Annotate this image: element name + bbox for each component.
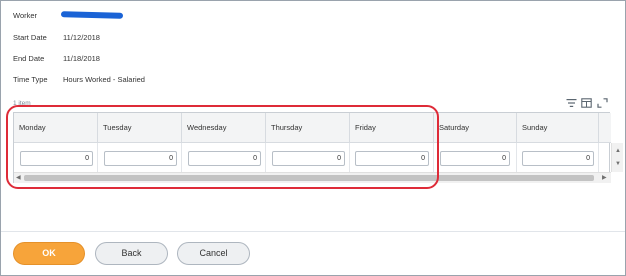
start-date-value: 11/12/2018 [63,33,100,42]
time-type-label: Time Type [13,75,48,84]
saturday-hours-input[interactable]: 0 [440,151,510,166]
item-count: 1 item [13,100,31,107]
footer-divider [1,231,625,232]
wednesday-hours-input[interactable]: 0 [188,151,261,166]
vertical-scrollbar[interactable]: ▲ ▼ [611,143,623,172]
column-header-wednesday: Wednesday [182,113,266,143]
column-header-thursday: Thursday [266,113,350,143]
table-cell: 0 [434,143,517,172]
column-header-saturday: Saturday [434,113,517,143]
column-header-monday: Monday [14,113,98,143]
scrollbar-thumb[interactable] [24,175,594,181]
column-header-sunday: Sunday [517,113,599,143]
dialog-frame: Worker Start Date 11/12/2018 End Date 11… [0,0,626,276]
end-date-value: 11/18/2018 [63,54,100,63]
table-cell: 0 [182,143,266,172]
table-cell: 0 [350,143,434,172]
grid-header: Monday Tuesday Wednesday Thursday Friday… [14,113,611,143]
table-cell: 0 [517,143,599,172]
sunday-hours-input[interactable]: 0 [522,151,594,166]
start-date-label: Start Date [13,33,47,42]
time-type-value: Hours Worked - Salaried [63,75,145,84]
expand-icon[interactable] [597,98,608,108]
scroll-down-icon[interactable]: ▼ [615,161,621,167]
worker-redacted-value [60,11,124,19]
cancel-button[interactable]: Cancel [177,242,250,265]
friday-hours-input[interactable]: 0 [355,151,429,166]
filter-icon[interactable] [566,98,577,108]
column-chooser-icon[interactable] [581,98,592,108]
monday-hours-input[interactable]: 0 [20,151,93,166]
scroll-left-icon[interactable]: ◀ [16,175,21,181]
tuesday-hours-input[interactable]: 0 [104,151,177,166]
thursday-hours-input[interactable]: 0 [272,151,345,166]
scroll-up-icon[interactable]: ▲ [615,148,621,154]
worker-label: Worker [13,11,38,20]
table-cell: 0 [98,143,182,172]
column-header-friday: Friday [350,113,434,143]
table-cell: 0 [14,143,98,172]
ok-button[interactable]: OK [13,242,85,265]
back-button[interactable]: Back [95,242,168,265]
end-date-label: End Date [13,54,45,63]
scroll-right-icon[interactable]: ▶ [602,175,607,181]
table-cell: 0 [266,143,350,172]
column-header-tuesday: Tuesday [98,113,182,143]
time-entry-grid: Monday Tuesday Wednesday Thursday Friday… [13,112,623,183]
horizontal-scrollbar[interactable]: ◀ ▶ [14,172,611,183]
